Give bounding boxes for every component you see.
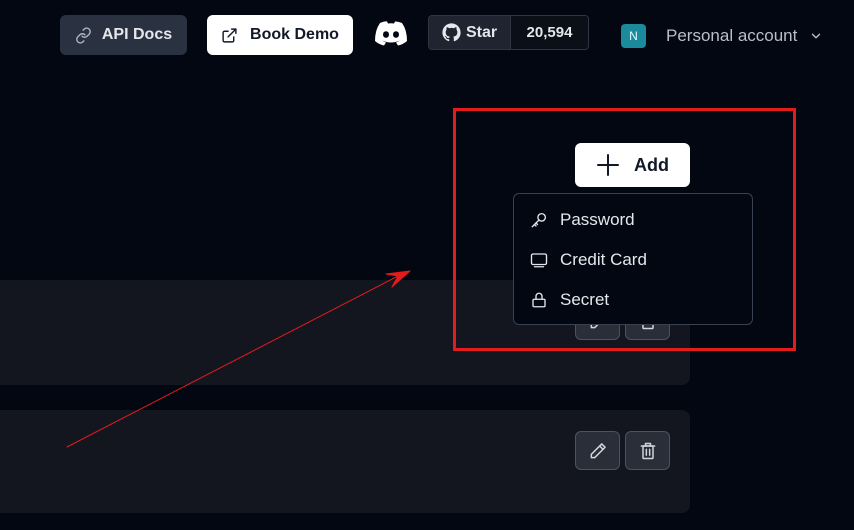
external-link-icon [221,27,238,44]
link-icon [75,26,92,44]
book-demo-label: Book Demo [250,26,339,43]
github-icon [442,23,461,42]
api-docs-button[interactable]: API Docs [60,15,187,55]
account-name: Personal account [666,26,798,45]
github-star-widget[interactable]: Star 20,594 [428,15,589,50]
account-switcher[interactable]: Personal account [666,23,823,49]
api-docs-label: API Docs [101,26,173,43]
chevron-down-icon [809,29,823,43]
pencil-icon [588,441,608,461]
github-star-label: Star [465,23,498,41]
edit-button[interactable] [575,431,620,470]
annotation-highlight-box [453,108,796,351]
avatar[interactable]: N [621,24,646,48]
discord-icon[interactable] [372,19,409,47]
github-star-button[interactable]: Star [429,16,511,49]
github-star-count[interactable]: 20,594 [511,16,588,49]
book-demo-button[interactable]: Book Demo [207,15,353,55]
trash-icon [638,441,658,461]
delete-button[interactable] [625,431,670,470]
